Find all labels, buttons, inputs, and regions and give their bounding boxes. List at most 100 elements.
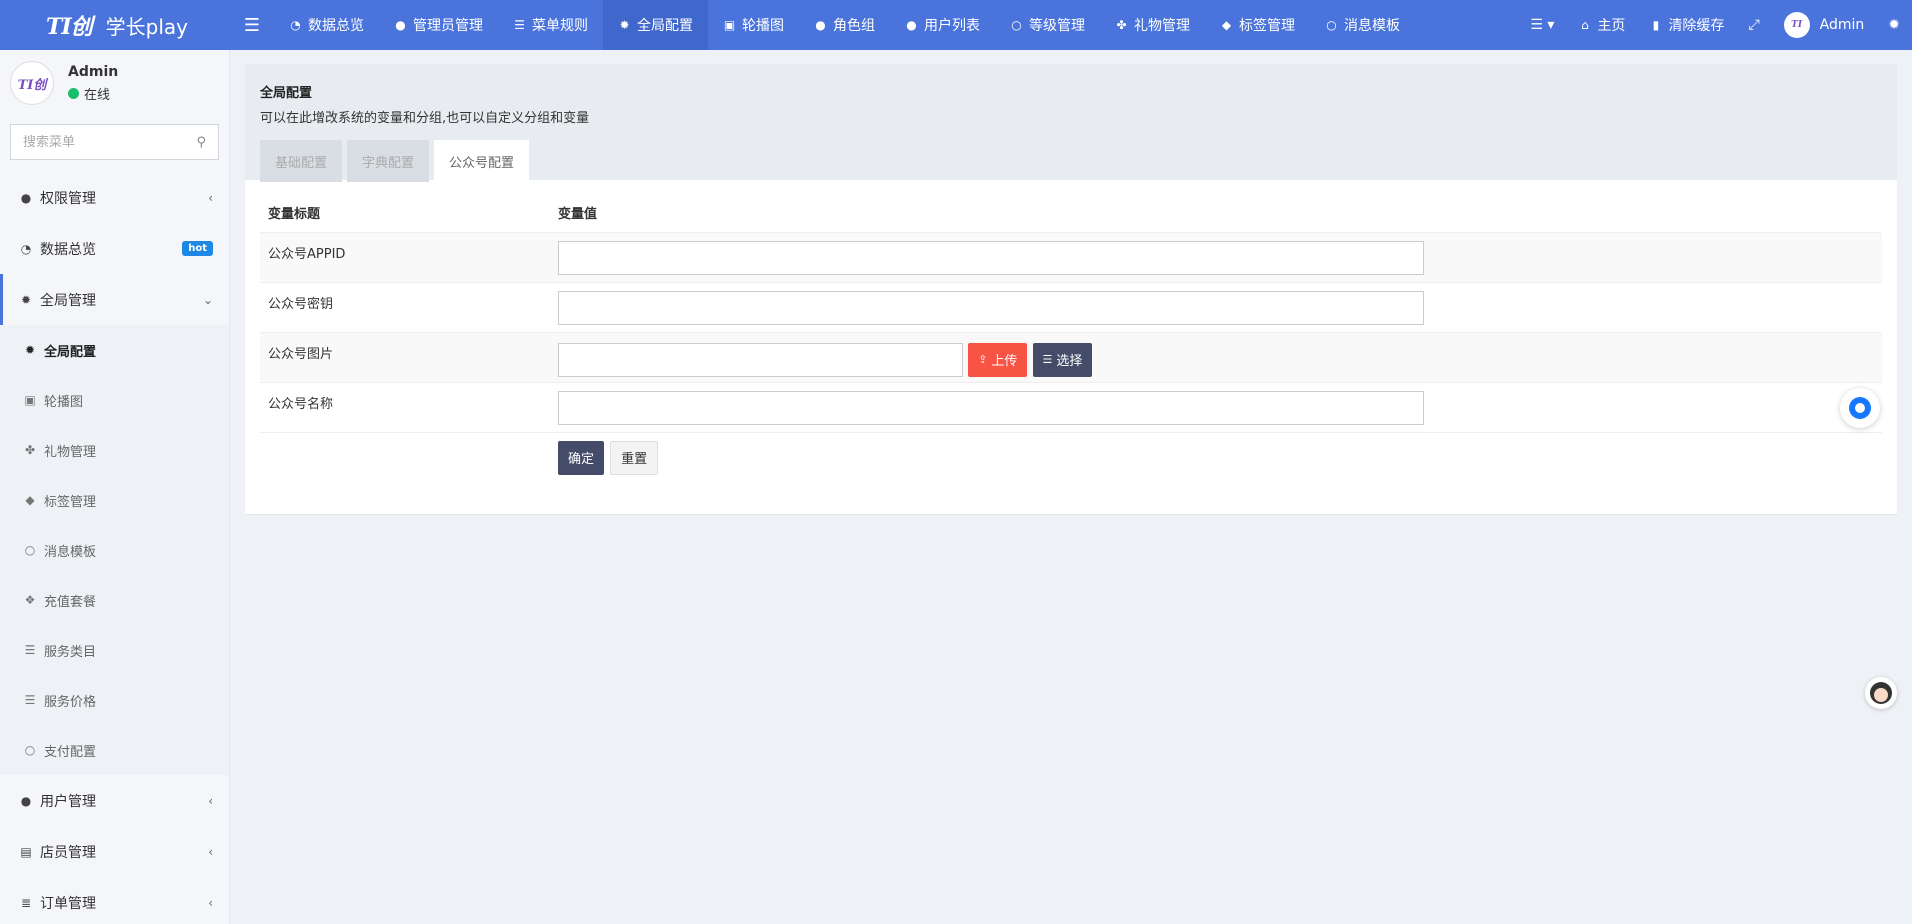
- user-icon: ●: [906, 18, 917, 32]
- list-icon: ☰: [24, 643, 36, 657]
- topnav-user-list[interactable]: ● 用户列表: [890, 0, 995, 50]
- floating-assistant-avatar[interactable]: [1865, 677, 1897, 709]
- circle-icon: ○: [1011, 18, 1022, 32]
- sidebar-item-users[interactable]: ● 用户管理 ‹: [0, 775, 229, 826]
- sidebar-item-dashboard[interactable]: ◔ 数据总览 hot: [0, 223, 229, 274]
- gears-icon: ✹: [20, 292, 32, 307]
- chevron-left-icon: ‹: [208, 844, 213, 859]
- topnav-admin[interactable]: ● 管理员管理: [379, 0, 498, 50]
- appid-input[interactable]: [558, 240, 1424, 275]
- tab-basic-config[interactable]: 基础配置: [260, 140, 343, 182]
- online-status-dot: [68, 87, 79, 99]
- users-icon: ●: [20, 190, 32, 205]
- hamburger-icon: ☰: [243, 14, 261, 36]
- gear-icon: ✹: [619, 18, 630, 32]
- sidebar-menu: ● 权限管理 ‹ ◔ 数据总览 hot ✹ 全局管理 ⌄ ✹ 全局配置 ▣ 轮播图 ✤ 礼物管理 …: [0, 172, 229, 924]
- topnav-roles[interactable]: ● 角色组: [799, 0, 890, 50]
- clear-cache-button[interactable]: ▮ 清除缓存: [1637, 0, 1736, 50]
- table-row: 公众号图片 ⇪ 上传 ☰ 选择: [260, 332, 1882, 383]
- table-row: 公众号APPID: [260, 232, 1882, 283]
- config-table: 变量标题 变量值 公众号APPID 公众号密钥 公众号图片 ⇪ 上传 ☰ 选择 …: [260, 194, 1882, 482]
- upload-icon: ⇪: [978, 353, 988, 366]
- page-title: 全局配置: [260, 86, 313, 101]
- page-description: 可以在此增改系统的变量和分组,也可以自定义分组和变量: [260, 111, 590, 126]
- sidebar-subitem-recharge[interactable]: ❖ 充值套餐: [0, 575, 229, 625]
- sidebar-subitem-gifts[interactable]: ✤ 礼物管理: [0, 425, 229, 475]
- account-name-input[interactable]: [558, 390, 1424, 425]
- panel-body: 变量标题 变量值 公众号APPID 公众号密钥 公众号图片 ⇪ 上传 ☰ 选择 …: [245, 180, 1897, 514]
- top-nav-right: ☰ ▾ ⌂ 主页 ▮ 清除缓存 ⤢ TI Admin ✹: [1518, 0, 1912, 50]
- database-icon: ≣: [20, 895, 32, 910]
- submit-button[interactable]: 确定: [558, 440, 605, 475]
- image-icon: ▣: [24, 393, 36, 407]
- row-label: 公众号APPID: [260, 232, 550, 283]
- sidebar-toggle-button[interactable]: ☰: [230, 0, 274, 50]
- trash-icon: ▮: [1652, 18, 1660, 32]
- home-link[interactable]: ⌂ 主页: [1566, 0, 1637, 50]
- sidebar-subitem-global-config[interactable]: ✹ 全局配置: [0, 325, 229, 375]
- image-path-input[interactable]: [558, 342, 963, 377]
- gift-icon: ✤: [1116, 18, 1127, 32]
- list-dropdown-icon: ☰ ▾: [1530, 17, 1555, 33]
- floating-chat-button[interactable]: [1840, 388, 1880, 428]
- gears-icon: ✹: [1888, 17, 1900, 33]
- sidebar-subitem-service-price[interactable]: ☰ 服务价格: [0, 675, 229, 725]
- sidebar-subitem-tags[interactable]: ◆ 标签管理: [0, 475, 229, 525]
- tab-dictionary-config[interactable]: 字典配置: [347, 140, 430, 182]
- fullscreen-button[interactable]: ⤢: [1736, 0, 1771, 50]
- gear-icon: ✹: [24, 343, 36, 357]
- image-icon: ▣: [723, 18, 736, 32]
- sidebar-item-global[interactable]: ✹ 全局管理 ⌄: [0, 274, 229, 325]
- table-row: 公众号密钥: [260, 282, 1882, 333]
- assistant-face-icon: [1870, 682, 1892, 704]
- sidebar-subitem-message-templates[interactable]: ○ 消息模板: [0, 525, 229, 575]
- sidebar-subitem-payment[interactable]: ○ 支付配置: [0, 725, 229, 775]
- topnav-gifts[interactable]: ✤ 礼物管理: [1100, 0, 1205, 50]
- chevron-down-icon: ⌄: [202, 292, 213, 307]
- panel-heading: 全局配置 可以在此增改系统的变量和分组,也可以自定义分组和变量 基础配置 字典配…: [245, 64, 1897, 182]
- upload-button[interactable]: ⇪ 上传: [968, 342, 1028, 377]
- gift-icon: ✤: [24, 443, 36, 457]
- cubes-icon: ❖: [24, 593, 36, 607]
- row-label: 公众号名称: [260, 382, 550, 433]
- topnav-global-config[interactable]: ✹ 全局配置: [603, 0, 708, 50]
- user-icon: ●: [395, 18, 406, 32]
- settings-button[interactable]: ✹: [1876, 0, 1912, 50]
- brand-logo: TI创: [46, 14, 93, 40]
- choose-button[interactable]: ☰ 选择: [1032, 342, 1093, 377]
- sidebar-subitem-service-category[interactable]: ☰ 服务类目: [0, 625, 229, 675]
- secret-input[interactable]: [558, 290, 1424, 325]
- reset-button[interactable]: 重置: [610, 440, 659, 475]
- tab-wechat-config[interactable]: 公众号配置: [434, 140, 530, 182]
- topnav-banner[interactable]: ▣ 轮播图: [708, 0, 799, 50]
- tags-icon: ◆: [1221, 18, 1232, 32]
- menu-search-box: ⚲: [10, 124, 219, 160]
- sidebar-item-staff[interactable]: ▤ 店员管理 ‹: [0, 826, 229, 877]
- sidebar-submenu-global: ✹ 全局配置 ▣ 轮播图 ✤ 礼物管理 ◆ 标签管理 ○ 消息模板 ❖ 充值套餐 ☰ 服务类目…: [0, 325, 229, 775]
- brand[interactable]: TI创 学长play: [0, 0, 230, 50]
- row-label: 公众号图片: [260, 332, 550, 383]
- bars-icon: ☰: [514, 18, 525, 32]
- expand-icon: ⤢: [1748, 17, 1760, 33]
- config-tabs: 基础配置 字典配置 公众号配置: [260, 140, 1882, 182]
- sidebar-item-orders[interactable]: ≣ 订单管理 ‹: [0, 877, 229, 924]
- topnav-message-templates[interactable]: ○ 消息模板: [1310, 0, 1415, 50]
- chevron-left-icon: ‹: [208, 895, 213, 910]
- nav-dropdown-button[interactable]: ☰ ▾: [1518, 0, 1566, 50]
- topnav-menu-rules[interactable]: ☰ 菜单规则: [498, 0, 603, 50]
- topnav-levels[interactable]: ○ 等级管理: [995, 0, 1100, 50]
- circle-icon: ○: [24, 743, 36, 757]
- sidebar-item-auth[interactable]: ● 权限管理 ‹: [0, 172, 229, 223]
- dashboard-icon: ◔: [20, 241, 32, 256]
- top-navbar: TI创 学长play ☰ ◔ 数据总览 ● 管理员管理 ☰ 菜单规则 ✹ 全局配置 ▣ 轮…: [0, 0, 1912, 50]
- user-menu[interactable]: TI Admin: [1772, 0, 1877, 50]
- users-icon: ●: [20, 793, 32, 808]
- topnav-tags[interactable]: ◆ 标签管理: [1205, 0, 1310, 50]
- menu-search-input[interactable]: [23, 134, 197, 150]
- topnav-dashboard[interactable]: ◔ 数据总览: [274, 0, 379, 50]
- table-row: 公众号名称: [260, 382, 1882, 433]
- search-icon[interactable]: ⚲: [196, 135, 206, 150]
- id-card-icon: ▤: [20, 844, 32, 859]
- avatar: TI: [1783, 12, 1810, 38]
- sidebar-subitem-banner[interactable]: ▣ 轮播图: [0, 375, 229, 425]
